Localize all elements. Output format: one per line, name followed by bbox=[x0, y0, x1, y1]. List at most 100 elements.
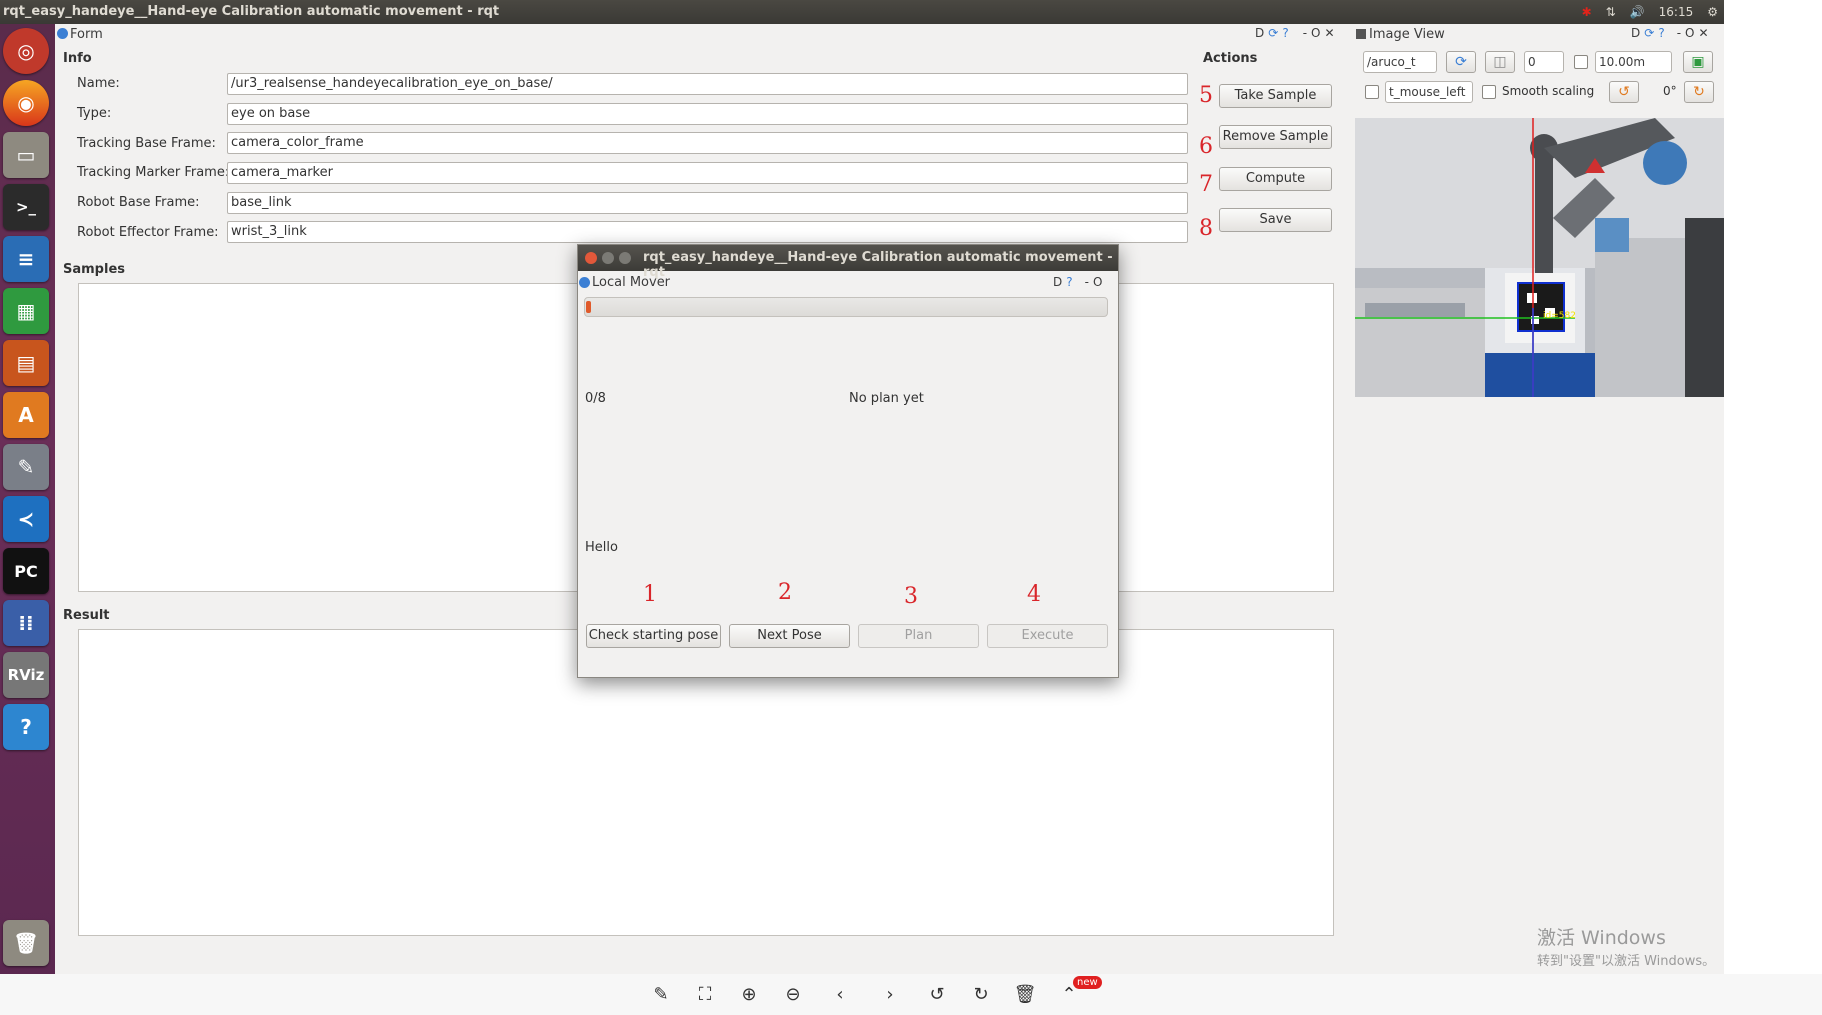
zoom-out-icon[interactable]: ⊖ bbox=[780, 982, 806, 1008]
annotation-2: 2 bbox=[778, 580, 792, 605]
float-icon[interactable]: O bbox=[1093, 275, 1102, 289]
execute-button[interactable]: Execute bbox=[987, 624, 1108, 648]
annotation-7: 7 bbox=[1199, 172, 1213, 197]
input-method-icon[interactable]: ✱ bbox=[1582, 5, 1592, 19]
topic-dropdown[interactable]: /aruco_t bbox=[1363, 51, 1437, 73]
rotate-right-icon[interactable]: ↻ bbox=[1684, 81, 1714, 103]
take-sample-button[interactable]: Take Sample bbox=[1219, 84, 1332, 108]
float-icon[interactable]: O bbox=[1685, 26, 1694, 40]
robot-effector-frame-label: Robot Effector Frame: bbox=[77, 225, 219, 240]
type-label: Type: bbox=[77, 106, 112, 121]
window-title: rqt_easy_handeye__Hand-eye Calibration a… bbox=[3, 4, 500, 19]
form-help-icon[interactable] bbox=[57, 28, 68, 39]
local-mover-help-icon[interactable] bbox=[579, 277, 590, 288]
dock-icon[interactable]: D bbox=[1255, 26, 1264, 40]
new-badge: new bbox=[1073, 976, 1102, 989]
progress-fill bbox=[586, 301, 591, 313]
remove-sample-button[interactable]: Remove Sample bbox=[1219, 125, 1332, 149]
help-icon[interactable]: ? bbox=[3, 704, 49, 750]
system-tray: ✱ ⇅ 🔊 16:15 ⚙ bbox=[1582, 0, 1724, 24]
top-panel: rqt_easy_handeye__Hand-eye Calibration a… bbox=[0, 0, 1724, 24]
name-label: Name: bbox=[77, 76, 120, 91]
dialog-close-icon[interactable] bbox=[585, 252, 597, 264]
settings-gear-icon[interactable]: ⚙ bbox=[1707, 5, 1718, 19]
minimize-icon[interactable]: - bbox=[1303, 26, 1307, 40]
delete-icon[interactable]: 🗑 bbox=[1012, 982, 1038, 1008]
writer-icon[interactable]: ≡ bbox=[3, 236, 49, 282]
crop-icon[interactable]: ⛶ bbox=[692, 982, 718, 1008]
software-center-icon[interactable]: A bbox=[3, 392, 49, 438]
camera-image[interactable]: id=582 bbox=[1355, 118, 1724, 397]
next-pose-button[interactable]: Next Pose bbox=[729, 624, 850, 648]
tracking-marker-frame-field[interactable]: camera_marker bbox=[227, 162, 1188, 184]
dialog-maximize-icon[interactable] bbox=[619, 252, 631, 264]
float-icon[interactable]: O bbox=[1311, 26, 1320, 40]
minimize-icon[interactable]: - bbox=[1677, 26, 1681, 40]
calc-icon[interactable]: ▦ bbox=[3, 288, 49, 334]
dialog-minimize-icon[interactable] bbox=[602, 252, 614, 264]
spin-box[interactable]: 0 bbox=[1524, 51, 1564, 73]
form-pane-header: Form bbox=[70, 27, 103, 42]
dock-icon[interactable]: D bbox=[1053, 275, 1062, 289]
help-icon[interactable]: ? bbox=[1066, 275, 1072, 289]
dialog-title: rqt_easy_handeye__Hand-eye Calibration a… bbox=[643, 250, 1113, 280]
robot-base-frame-field[interactable]: base_link bbox=[227, 192, 1188, 214]
image-view-icon bbox=[1356, 29, 1366, 39]
mouse-publish-checkbox[interactable] bbox=[1365, 85, 1379, 99]
distance-spinbox[interactable]: 10.00m bbox=[1595, 51, 1672, 73]
close-icon[interactable]: ✕ bbox=[1324, 26, 1334, 40]
rotate-cw-icon[interactable]: ↻ bbox=[968, 982, 994, 1008]
save-image-icon[interactable]: ▣ bbox=[1683, 51, 1713, 73]
tracking-base-frame-field[interactable]: camera_color_frame bbox=[227, 132, 1188, 154]
zoom-fit-icon[interactable]: ◫ bbox=[1485, 51, 1515, 73]
terminal-icon[interactable]: >_ bbox=[3, 184, 49, 230]
status-message: Hello bbox=[585, 540, 618, 555]
rotate-left-icon[interactable]: ↺ bbox=[1609, 81, 1639, 103]
close-icon[interactable]: ✕ bbox=[1698, 26, 1708, 40]
dialog-titlebar[interactable]: rqt_easy_handeye__Hand-eye Calibration a… bbox=[578, 245, 1118, 280]
name-field[interactable]: /ur3_realsense_handeyecalibration_eye_on… bbox=[227, 73, 1188, 95]
save-button[interactable]: Save bbox=[1219, 208, 1332, 232]
apps-grid-icon[interactable]: ⁞⁞ bbox=[3, 600, 49, 646]
next-icon[interactable]: › bbox=[877, 982, 903, 1008]
smooth-scaling-checkbox[interactable] bbox=[1482, 85, 1496, 99]
compute-button[interactable]: Compute bbox=[1219, 167, 1332, 191]
ubuntu-dash-icon[interactable]: ◎ bbox=[3, 28, 49, 74]
minimize-icon[interactable]: - bbox=[1085, 275, 1089, 289]
type-field[interactable]: eye on base bbox=[227, 103, 1188, 125]
system-tools-icon[interactable]: ✎ bbox=[3, 444, 49, 490]
robot-effector-frame-field[interactable]: wrist_3_link bbox=[227, 221, 1188, 243]
spin-checkbox[interactable] bbox=[1574, 55, 1588, 69]
rviz-icon[interactable]: RViz bbox=[3, 652, 49, 698]
annotation-1: 1 bbox=[643, 582, 657, 607]
network-icon[interactable]: ⇅ bbox=[1606, 5, 1616, 19]
rotate-ccw-icon[interactable]: ↺ bbox=[924, 982, 950, 1008]
rotation-value: 0° bbox=[1663, 84, 1677, 98]
reload-icon[interactable]: ⟳ bbox=[1268, 26, 1278, 40]
samples-title: Samples bbox=[63, 262, 125, 277]
dock-icon[interactable]: D bbox=[1631, 26, 1640, 40]
tracking-marker-frame-label: Tracking Marker Frame: bbox=[77, 165, 230, 180]
vscode-icon[interactable]: ≺ bbox=[3, 496, 49, 542]
clock[interactable]: 16:15 bbox=[1659, 5, 1694, 19]
edit-icon[interactable]: ✎ bbox=[648, 982, 674, 1008]
annotation-6: 6 bbox=[1199, 134, 1213, 159]
trash-icon[interactable]: 🗑 bbox=[3, 920, 49, 966]
check-starting-pose-button[interactable]: Check starting pose bbox=[586, 624, 721, 648]
refresh-topics-icon[interactable]: ⟳ bbox=[1446, 51, 1476, 73]
activation-watermark-text: 转到"设置"以激活 Windows。 bbox=[1537, 954, 1716, 969]
firefox-icon[interactable]: ◉ bbox=[3, 80, 49, 126]
zoom-in-icon[interactable]: ⊕ bbox=[736, 982, 762, 1008]
robot-base-frame-label: Robot Base Frame: bbox=[77, 195, 200, 210]
mouse-topic-field[interactable]: t_mouse_left bbox=[1385, 81, 1473, 103]
previous-icon[interactable]: ‹ bbox=[827, 982, 853, 1008]
files-icon[interactable]: ▭ bbox=[3, 132, 49, 178]
pycharm-icon[interactable]: PC bbox=[3, 548, 49, 594]
reload-icon[interactable]: ⟳ bbox=[1644, 26, 1654, 40]
impress-icon[interactable]: ▤ bbox=[3, 340, 49, 386]
help-icon[interactable]: ? bbox=[1282, 26, 1288, 40]
help-icon[interactable]: ? bbox=[1658, 26, 1664, 40]
plan-button[interactable]: Plan bbox=[858, 624, 979, 648]
annotation-3: 3 bbox=[904, 584, 918, 609]
volume-icon[interactable]: 🔊 bbox=[1630, 5, 1645, 19]
